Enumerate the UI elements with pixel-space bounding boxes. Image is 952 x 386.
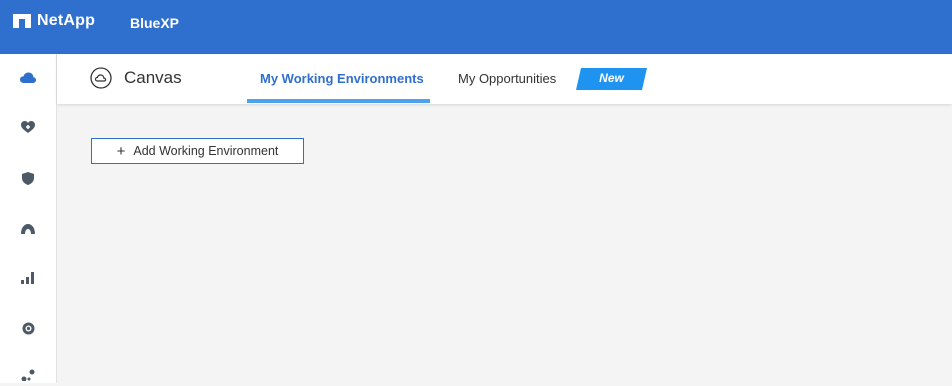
active-tab-indicator bbox=[247, 99, 430, 103]
product-name[interactable]: BlueXP bbox=[130, 15, 179, 31]
canvas-title: Canvas bbox=[90, 67, 182, 89]
new-badge-label: New bbox=[599, 71, 624, 85]
canvas-cloud-icon bbox=[90, 67, 112, 89]
add-working-environment-label: Add Working Environment bbox=[133, 144, 279, 158]
canvas-title-label: Canvas bbox=[124, 68, 182, 87]
add-working-environment-button[interactable]: + Add Working Environment bbox=[91, 138, 304, 164]
new-badge: New bbox=[576, 68, 647, 90]
plus-icon: + bbox=[116, 142, 126, 160]
circle-sync-icon[interactable] bbox=[17, 317, 39, 339]
bar-signal-icon[interactable] bbox=[17, 267, 39, 289]
brand-name: NetApp bbox=[37, 12, 96, 29]
sidebar bbox=[0, 54, 57, 383]
top-bar: NetApp BlueXP bbox=[0, 0, 952, 54]
cloud-icon[interactable] bbox=[17, 67, 39, 89]
brand[interactable]: NetApp bbox=[13, 12, 95, 30]
tab-my-opportunities[interactable]: My Opportunities bbox=[458, 71, 556, 86]
tab-bar: Canvas My Working Environments My Opport… bbox=[57, 54, 952, 104]
netapp-logo-icon bbox=[13, 14, 31, 28]
dome-icon[interactable] bbox=[17, 218, 39, 240]
heart-shield-icon[interactable] bbox=[17, 116, 39, 138]
tab-my-working-environments[interactable]: My Working Environments bbox=[260, 71, 424, 86]
shield-icon[interactable] bbox=[17, 167, 39, 189]
